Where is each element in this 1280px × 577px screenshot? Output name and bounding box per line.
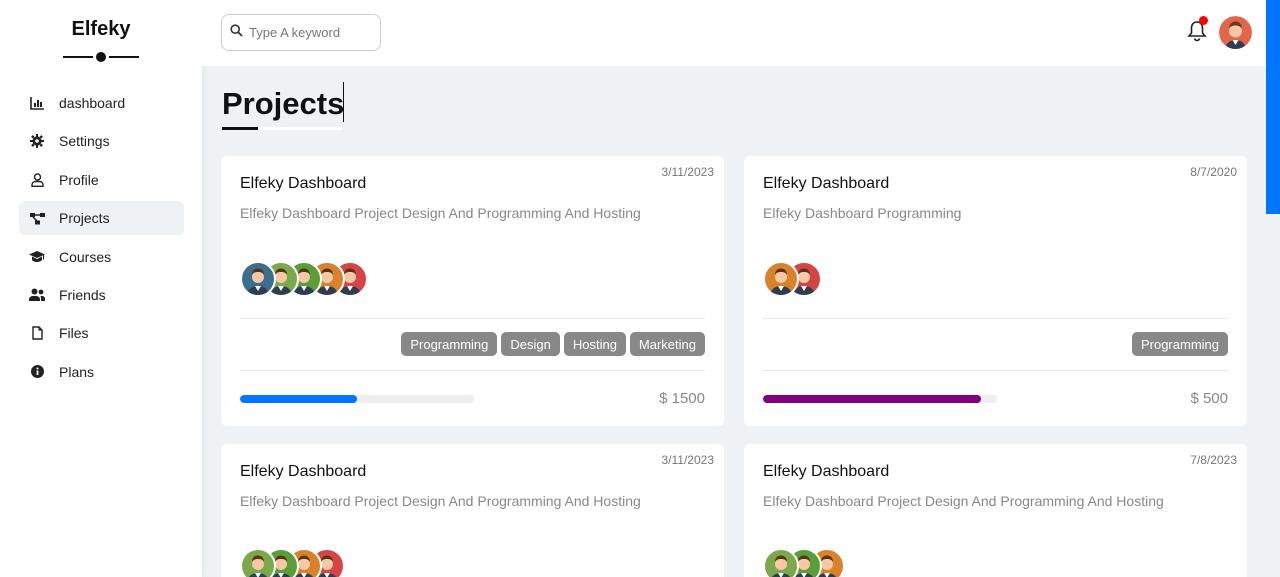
project-card: 8/7/2020 Elfeky Dashboard Elfeky Dashboa…	[744, 156, 1247, 426]
member-avatar[interactable]	[240, 548, 276, 577]
notification-dot	[1199, 16, 1208, 25]
project-card: 3/11/2023 Elfeky Dashboard Elfeky Dashbo…	[221, 444, 724, 577]
project-progress	[240, 395, 474, 403]
project-title: Elfeky Dashboard	[240, 463, 367, 480]
project-members	[240, 548, 345, 577]
project-price: $ 1500	[659, 390, 705, 407]
project-tags: Programming Design Hosting Marketing	[401, 332, 705, 356]
gear-icon	[29, 133, 45, 149]
diagram-icon	[29, 210, 45, 226]
project-progress	[763, 395, 997, 403]
sidebar: Elfeky dashboard Settings Profile Projec…	[0, 0, 202, 577]
card-divider	[763, 370, 1228, 371]
project-date: 8/7/2020	[1190, 165, 1237, 179]
tag-programming[interactable]: Programming	[401, 332, 498, 356]
progress-fill	[240, 395, 357, 403]
scrollbar-thumb[interactable]	[1266, 0, 1280, 214]
project-title: Elfeky Dashboard	[240, 175, 367, 192]
project-members	[240, 261, 368, 297]
tag-programming[interactable]: Programming	[1131, 332, 1228, 356]
sidebar-item-profile[interactable]: Profile	[19, 163, 184, 197]
user-icon	[29, 172, 45, 188]
project-description: Elfeky Dashboard Project Design And Prog…	[763, 493, 1164, 509]
project-price: $ 500	[1190, 390, 1228, 407]
graduation-cap-icon	[29, 249, 45, 265]
project-description: Elfeky Dashboard Programming	[763, 205, 962, 221]
sidebar-item-label: Courses	[59, 248, 112, 265]
sidebar-item-dashboard[interactable]: dashboard	[19, 86, 184, 120]
tag-design[interactable]: Design	[501, 332, 560, 356]
member-avatar[interactable]	[763, 548, 799, 577]
notification-button[interactable]	[1187, 16, 1209, 42]
sidebar-item-label: Plans	[59, 363, 95, 380]
text-caret	[343, 82, 345, 122]
logo-mark	[63, 50, 139, 64]
member-avatar[interactable]	[763, 261, 799, 297]
user-avatar[interactable]	[1219, 16, 1252, 49]
project-date: 3/11/2023	[661, 453, 715, 467]
member-avatar[interactable]	[240, 261, 276, 297]
chart-icon	[29, 95, 45, 111]
project-date: 3/11/2023	[661, 165, 715, 179]
card-divider	[240, 318, 705, 319]
project-title: Elfeky Dashboard	[763, 463, 890, 480]
tag-hosting[interactable]: Hosting	[563, 332, 626, 356]
info-icon	[29, 364, 45, 380]
project-members	[763, 261, 822, 297]
page-title: Projects	[222, 82, 345, 122]
sidebar-item-projects[interactable]: Projects	[19, 201, 184, 236]
project-title: Elfeky Dashboard	[763, 175, 890, 192]
sidebar-item-courses[interactable]: Courses	[19, 240, 184, 274]
sidebar-item-settings[interactable]: Settings	[19, 124, 184, 158]
search-box[interactable]	[221, 14, 381, 51]
project-card: 3/11/2023 Elfeky Dashboard Elfeky Dashbo…	[221, 156, 724, 426]
project-date: 7/8/2023	[1190, 453, 1237, 467]
search-input[interactable]	[249, 25, 369, 40]
sidebar-item-label: Files	[59, 325, 89, 342]
title-underline	[222, 127, 342, 130]
sidebar-item-plans[interactable]: Plans	[19, 355, 184, 389]
users-icon	[29, 287, 45, 303]
sidebar-item-label: Friends	[59, 286, 106, 303]
scrollbar[interactable]	[1266, 0, 1280, 577]
project-card: 7/8/2023 Elfeky Dashboard Elfeky Dashboa…	[744, 444, 1247, 577]
sidebar-nav: dashboard Settings Profile Projects Cour…	[19, 86, 184, 393]
project-members	[763, 548, 845, 577]
search-icon	[230, 23, 243, 42]
project-tags: Programming	[1131, 332, 1228, 356]
sidebar-item-label: Projects	[59, 210, 110, 227]
tag-marketing[interactable]: Marketing	[629, 332, 705, 356]
card-divider	[240, 370, 705, 371]
top-header	[202, 0, 1280, 66]
file-icon	[29, 325, 45, 341]
card-divider	[763, 318, 1228, 319]
sidebar-item-label: Profile	[59, 171, 99, 188]
sidebar-item-label: dashboard	[59, 95, 126, 111]
progress-fill	[763, 395, 981, 403]
project-description: Elfeky Dashboard Project Design And Prog…	[240, 205, 641, 221]
project-description: Elfeky Dashboard Project Design And Prog…	[240, 493, 641, 509]
sidebar-item-friends[interactable]: Friends	[19, 278, 184, 312]
sidebar-item-files[interactable]: Files	[19, 316, 184, 350]
sidebar-item-label: Settings	[59, 133, 110, 150]
logo-text: Elfeky	[71, 18, 131, 40]
